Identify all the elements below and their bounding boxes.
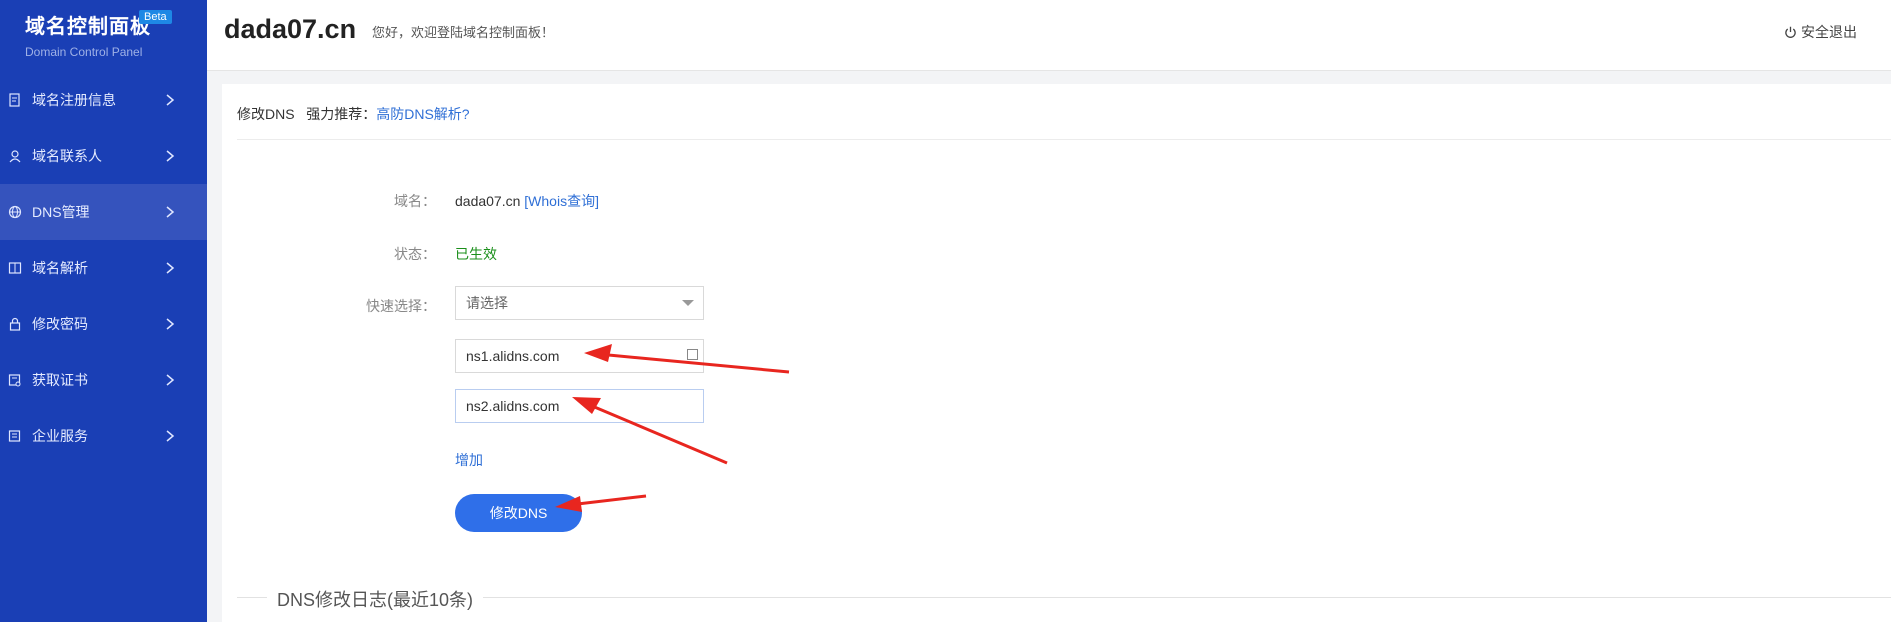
beta-badge: Beta xyxy=(139,10,172,24)
header: dada07.cn 您好，欢迎登陆域名控制面板！ 安全退出 xyxy=(207,0,1891,71)
chevron-right-icon xyxy=(166,374,175,386)
sidebar-item-label: 获取证书 xyxy=(32,372,88,388)
sidebar-item-1[interactable]: 域名注册信息 xyxy=(0,72,207,128)
certificate-icon xyxy=(8,373,22,387)
service-icon xyxy=(8,429,22,443)
sidebar-item-label: 域名注册信息 xyxy=(32,92,116,108)
modify-dns-button[interactable]: 修改DNS xyxy=(455,494,582,532)
whois-link[interactable]: [Whois查询] xyxy=(524,193,599,209)
caret-down-icon xyxy=(682,300,694,306)
sidebar-item-label: 域名解析 xyxy=(32,260,88,276)
domain-label: 域名： xyxy=(394,193,436,209)
divider xyxy=(237,139,1891,140)
breadcrumb: 修改DNS 强力推荐：高防DNS解析? xyxy=(237,104,470,124)
sidebar-item-7[interactable]: 企业服务 xyxy=(0,408,207,464)
globe-icon xyxy=(8,205,22,219)
quick-select-dropdown[interactable]: 请选择 xyxy=(455,286,704,320)
brand: 域名控制面板 Beta Domain Control Panel xyxy=(0,0,207,72)
ns1-input[interactable] xyxy=(455,339,704,373)
sidebar-item-label: 域名联系人 xyxy=(32,148,102,164)
quick-select-label: 快速选择： xyxy=(366,298,436,314)
sidebar-item-label: 修改密码 xyxy=(32,316,88,332)
dns-panel: 修改DNS 强力推荐：高防DNS解析? 域名： dada07.cn [Whois… xyxy=(222,84,1891,622)
log-divider xyxy=(237,597,1891,598)
add-dns-link[interactable]: 增加 xyxy=(455,450,483,470)
power-icon xyxy=(1785,26,1796,38)
dns-log-title: DNS修改日志(最近10条) xyxy=(267,586,484,612)
sidebar: 域名控制面板 Beta Domain Control Panel 域名注册信息域… xyxy=(0,0,207,622)
logout-button[interactable]: 安全退出 xyxy=(1784,22,1857,42)
welcome-text: 您好，欢迎登陆域名控制面板！ xyxy=(372,25,555,40)
contact-card-icon xyxy=(687,349,698,360)
chevron-right-icon xyxy=(166,94,175,106)
brand-title: 域名控制面板 xyxy=(25,16,151,38)
domain-value: dada07.cn xyxy=(455,193,521,209)
sidebar-nav: 域名注册信息 域名联系人 DNS管理域名解析修改密码获取证书企业服务 xyxy=(0,72,207,464)
crumb-title: 修改DNS xyxy=(237,106,295,122)
page-title: dada07.cn xyxy=(224,14,357,44)
chevron-right-icon xyxy=(166,150,175,162)
lock-icon xyxy=(8,317,22,331)
crumb-recommend: 强力推荐： xyxy=(306,106,377,122)
resolve-icon xyxy=(8,261,22,275)
sidebar-item-label: DNS管理 xyxy=(32,204,90,220)
sidebar-item-label: 企业服务 xyxy=(32,428,88,444)
status-value: 已生效 xyxy=(455,246,497,262)
chevron-right-icon xyxy=(166,430,175,442)
chevron-right-icon xyxy=(166,206,175,218)
sidebar-item-6[interactable]: 获取证书 xyxy=(0,352,207,408)
domain-value-row: dada07.cn [Whois查询] xyxy=(455,191,599,211)
sidebar-item-3[interactable]: DNS管理 xyxy=(0,184,207,240)
quick-select-value: 请选择 xyxy=(466,295,508,311)
user-icon xyxy=(8,149,22,163)
chevron-right-icon xyxy=(166,262,175,274)
brand-subtitle: Domain Control Panel xyxy=(25,45,143,59)
sidebar-item-5[interactable]: 修改密码 xyxy=(0,296,207,352)
sidebar-item-2[interactable]: 域名联系人 xyxy=(0,128,207,184)
sidebar-item-4[interactable]: 域名解析 xyxy=(0,240,207,296)
logout-label: 安全退出 xyxy=(1801,24,1857,40)
ns2-input[interactable] xyxy=(455,389,704,423)
document-icon xyxy=(8,93,22,107)
anti-ddos-dns-link[interactable]: 高防DNS解析? xyxy=(376,106,469,122)
status-label: 状态： xyxy=(394,246,436,262)
chevron-right-icon xyxy=(166,318,175,330)
